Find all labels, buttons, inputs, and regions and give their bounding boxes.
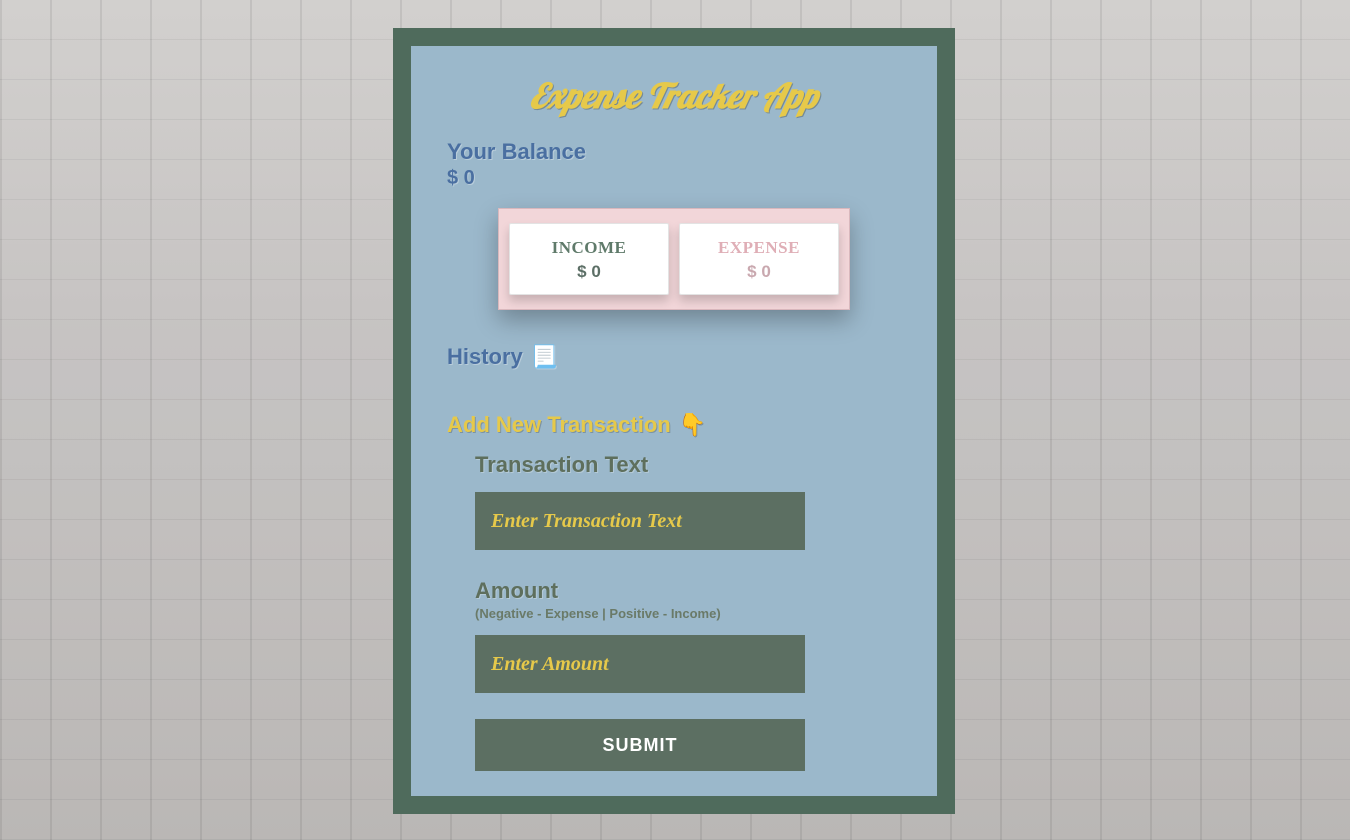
expense-label: EXPENSE (686, 238, 832, 258)
transaction-form: Transaction Text Amount (Negative - Expe… (447, 452, 901, 771)
balance-label: Your Balance (447, 139, 901, 165)
scroll-icon: 📃 (531, 344, 558, 370)
balance-amount: $ 0 (447, 167, 901, 190)
history-heading-text: History (447, 344, 523, 370)
add-transaction-heading: Add New Transaction 👇 (447, 412, 901, 438)
amount-input[interactable] (475, 635, 805, 693)
app-title: Expense Tracker App (447, 74, 901, 117)
add-transaction-heading-text: Add New Transaction (447, 412, 671, 438)
income-label: INCOME (516, 238, 662, 258)
amount-sublabel: (Negative - Expense | Positive - Income) (475, 606, 901, 621)
submit-button[interactable]: SUBMIT (475, 719, 805, 771)
amount-label: Amount (475, 578, 901, 604)
transaction-text-label: Transaction Text (475, 452, 901, 478)
expense-box: EXPENSE $ 0 (679, 223, 839, 295)
income-box: INCOME $ 0 (509, 223, 669, 295)
app-frame: Expense Tracker App Your Balance $ 0 INC… (393, 28, 955, 814)
expense-value: $ 0 (686, 262, 832, 282)
point-down-icon: 👇 (679, 412, 706, 438)
income-value: $ 0 (516, 262, 662, 282)
app-panel: Expense Tracker App Your Balance $ 0 INC… (411, 46, 937, 796)
income-expense-card: INCOME $ 0 EXPENSE $ 0 (498, 208, 850, 310)
history-heading: History 📃 (447, 344, 901, 370)
transaction-text-input[interactable] (475, 492, 805, 550)
